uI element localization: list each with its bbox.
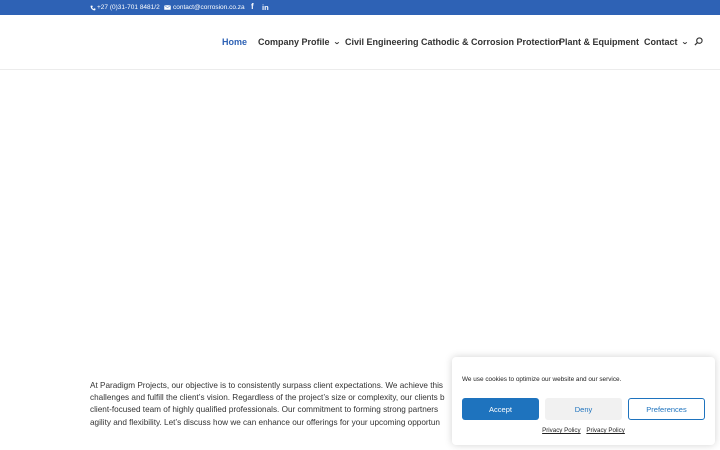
email-address: contact@corrosion.co.za: [173, 4, 245, 11]
intro-line: agility and flexibility. Let’s discuss h…: [90, 417, 440, 427]
nav-plant-equipment-label: Plant & Equipment: [559, 37, 640, 47]
preferences-button[interactable]: Preferences: [628, 398, 705, 420]
cookie-message: We use cookies to optimize our website a…: [462, 376, 622, 383]
site-header: Home Company Profile ⌄ Civil Engineering…: [0, 15, 720, 70]
privacy-policy-link[interactable]: Privacy Policy: [586, 427, 625, 434]
hero-section: [0, 71, 720, 371]
nav-contact-label: Contact: [644, 37, 678, 47]
privacy-policy-link[interactable]: Privacy Policy: [542, 427, 581, 434]
nav-civil-engineering-label: Civil Engineering: [345, 37, 419, 47]
top-bar: +27 (0)31-701 8481/2 contact@corrosion.c…: [0, 0, 720, 15]
nav-company-profile-label: Company Profile: [258, 37, 330, 47]
email-contact[interactable]: contact@corrosion.co.za: [164, 4, 245, 11]
intro-line: client-focused team of highly qualified …: [90, 405, 439, 415]
phone-contact[interactable]: +27 (0)31-701 8481/2: [90, 4, 160, 11]
cookie-banner: We use cookies to optimize our website a…: [452, 357, 715, 445]
nav-home-label: Home: [222, 37, 248, 47]
nav-cathodic-label: Cathodic & Corrosion Protection: [421, 37, 562, 47]
phone-icon: [90, 5, 96, 10]
deny-button[interactable]: Deny: [545, 398, 622, 420]
envelope-icon: [164, 5, 171, 10]
intro-paragraph: At Paradigm Projects, our objective is t…: [90, 380, 470, 430]
nav-home[interactable]: Home: [222, 37, 247, 47]
accept-button[interactable]: Accept: [462, 398, 539, 420]
nav-company-profile[interactable]: Company Profile ⌄: [258, 37, 341, 47]
nav-civil-engineering[interactable]: Civil Engineering: [345, 37, 419, 47]
linkedin-icon[interactable]: in: [262, 3, 269, 12]
chevron-down-icon: ⌄: [680, 39, 689, 46]
cookie-links: Privacy Policy Privacy Policy: [452, 427, 715, 434]
chevron-down-icon: ⌄: [332, 39, 341, 46]
intro-line: At Paradigm Projects, our objective is t…: [90, 381, 443, 390]
search-icon[interactable]: [694, 37, 703, 46]
intro-line: challenges and fulfill the client’s visi…: [90, 393, 445, 403]
nav-contact[interactable]: Contact ⌄: [644, 37, 689, 47]
phone-number: +27 (0)31-701 8481/2: [97, 4, 160, 11]
nav-plant-equipment[interactable]: Plant & Equipment: [559, 37, 639, 47]
facebook-icon[interactable]: f: [251, 2, 254, 11]
nav-cathodic-corrosion-protection[interactable]: Cathodic & Corrosion Protection: [421, 37, 561, 47]
